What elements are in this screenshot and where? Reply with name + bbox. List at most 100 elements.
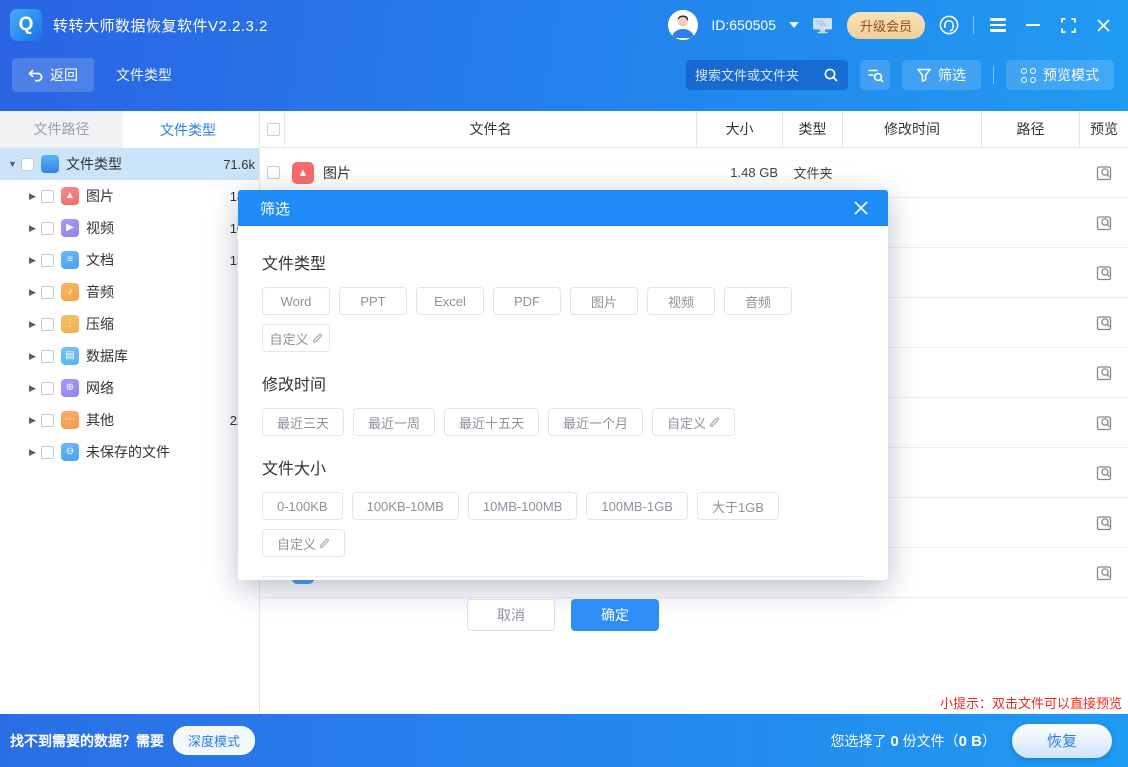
filter-section-title: 文件大小	[262, 455, 864, 479]
select-all-checkbox[interactable]	[267, 123, 280, 136]
collapse-arrow-icon[interactable]: ▶	[26, 447, 39, 458]
filter-option-button[interactable]: 最近一个月	[548, 408, 643, 436]
collapse-arrow-icon[interactable]: ▶	[26, 287, 39, 298]
tree-checkbox[interactable]	[41, 222, 54, 235]
filter-option-button[interactable]: PPT	[339, 287, 407, 315]
search-input[interactable]	[695, 68, 823, 83]
filter-option-button[interactable]: Word	[262, 287, 330, 315]
preview-button[interactable]	[1092, 161, 1116, 185]
tree-checkbox[interactable]	[41, 414, 54, 427]
user-avatar[interactable]	[668, 10, 698, 40]
filter-option-button[interactable]: 最近一周	[353, 408, 435, 436]
tree-item-label: 音频	[86, 282, 114, 302]
tree-item[interactable]: ▶⋮压缩15	[0, 308, 259, 340]
tree-item[interactable]: ▶♪音频14	[0, 276, 259, 308]
filter-option-button[interactable]: PDF	[493, 287, 561, 315]
tree-checkbox[interactable]	[21, 158, 34, 171]
tree-checkbox[interactable]	[41, 382, 54, 395]
tree-checkbox[interactable]	[41, 446, 54, 459]
tree-item[interactable]: ▶▲图片18.3	[0, 180, 259, 212]
collapse-arrow-icon[interactable]: ▶	[26, 191, 39, 202]
tree-item[interactable]: ▶≡文档13.3	[0, 244, 259, 276]
filter-option-button[interactable]: 100KB-10MB	[352, 492, 459, 520]
tree-checkbox[interactable]	[41, 190, 54, 203]
preview-button[interactable]	[1092, 411, 1116, 435]
tree-item[interactable]: ▶▤数据库17	[0, 340, 259, 372]
preview-button[interactable]	[1092, 311, 1116, 335]
expand-arrow-icon[interactable]: ▼	[6, 159, 19, 169]
filter-option-button[interactable]: 大于1GB	[697, 492, 779, 520]
titlebar-separator	[973, 16, 974, 34]
filter-option-button[interactable]: 图片	[570, 287, 638, 315]
filter-dialog: 筛选 文件类型WordPPTExcelPDF图片视频音频自定义修改时间最近三天最…	[238, 190, 888, 580]
row-checkbox[interactable]	[267, 166, 280, 179]
column-header-5[interactable]: 路径	[982, 111, 1080, 147]
preview-button[interactable]	[1092, 511, 1116, 535]
tree-item-label: 网络	[86, 378, 114, 398]
tree-item[interactable]: ▶⋯其他22.9	[0, 404, 259, 436]
preview-button[interactable]	[1092, 261, 1116, 285]
maximize-button[interactable]	[1057, 14, 1079, 36]
filter-option-button[interactable]: 最近十五天	[444, 408, 539, 436]
custom-option-button[interactable]: 自定义	[652, 408, 735, 436]
collapse-arrow-icon[interactable]: ▶	[26, 415, 39, 426]
search-list-button[interactable]	[860, 60, 890, 90]
filter-button[interactable]: 筛选	[902, 60, 981, 90]
custom-option-button[interactable]: 自定义	[262, 529, 345, 557]
preview-button[interactable]	[1092, 461, 1116, 485]
customer-service-icon[interactable]	[938, 14, 960, 36]
recover-button[interactable]: 恢复	[1012, 724, 1112, 758]
dialog-close-button[interactable]	[850, 197, 872, 219]
sidebar: 文件路径文件类型 ▼文件类型71.6k▶▲图片18.3▶▶视频16.5▶≡文档1…	[0, 111, 260, 714]
preview-cell	[1080, 461, 1128, 485]
custom-option-button[interactable]: 自定义	[262, 324, 330, 352]
filter-option-button[interactable]: 视频	[647, 287, 715, 315]
chevron-down-icon[interactable]	[789, 22, 799, 28]
collapse-arrow-icon[interactable]: ▶	[26, 319, 39, 330]
tree-item[interactable]: ▶⊖未保存的文件1	[0, 436, 259, 468]
menu-icon[interactable]	[987, 14, 1009, 36]
document-icon: ≡	[61, 251, 79, 269]
column-header-3[interactable]: 类型	[783, 111, 843, 147]
close-button[interactable]	[1092, 14, 1114, 36]
tree-item[interactable]: ▶▶视频16.5	[0, 212, 259, 244]
upgrade-member-button[interactable]: 升级会员	[847, 12, 925, 39]
search-icon[interactable]	[823, 67, 839, 83]
minimize-button[interactable]	[1022, 14, 1044, 36]
preview-button[interactable]	[1092, 211, 1116, 235]
cancel-button[interactable]: 取消	[467, 599, 555, 631]
tree-item-label: 未保存的文件	[86, 442, 170, 462]
deep-mode-button[interactable]: 深度模式	[173, 726, 255, 755]
sidebar-tab-file-path[interactable]: 文件路径	[0, 111, 123, 148]
tree-item[interactable]: ▶⊕网络15	[0, 372, 259, 404]
preview-button[interactable]	[1092, 561, 1116, 585]
search-box[interactable]	[686, 60, 848, 90]
column-header-1[interactable]: 文件名	[285, 111, 697, 147]
filter-option-button[interactable]: 0-100KB	[262, 492, 343, 520]
preview-mode-button[interactable]: 预览模式	[1006, 60, 1114, 90]
tree-checkbox[interactable]	[41, 254, 54, 267]
collapse-arrow-icon[interactable]: ▶	[26, 351, 39, 362]
filter-option-button[interactable]: 最近三天	[262, 408, 344, 436]
column-header-6[interactable]: 预览	[1080, 111, 1128, 147]
tree-checkbox[interactable]	[41, 350, 54, 363]
tree-checkbox[interactable]	[41, 318, 54, 331]
tree-item[interactable]: ▼文件类型71.6k	[0, 148, 259, 180]
collapse-arrow-icon[interactable]: ▶	[26, 383, 39, 394]
filter-option-button[interactable]: 100MB-1GB	[586, 492, 688, 520]
monitor-icon[interactable]	[812, 14, 834, 36]
filter-option-button[interactable]: 10MB-100MB	[468, 492, 577, 520]
filter-option-button[interactable]: 音频	[724, 287, 792, 315]
file-types-icon	[41, 155, 59, 173]
collapse-arrow-icon[interactable]: ▶	[26, 255, 39, 266]
collapse-arrow-icon[interactable]: ▶	[26, 223, 39, 234]
preview-button[interactable]	[1092, 361, 1116, 385]
filter-option-button[interactable]: Excel	[416, 287, 484, 315]
back-button[interactable]: 返回	[12, 58, 94, 92]
file-size-cell: 1.48 GB	[697, 165, 783, 180]
column-header-2[interactable]: 大小	[697, 111, 783, 147]
sidebar-tab-file-type[interactable]: 文件类型	[123, 111, 253, 148]
column-header-4[interactable]: 修改时间	[843, 111, 982, 147]
tree-checkbox[interactable]	[41, 286, 54, 299]
confirm-button[interactable]: 确定	[571, 599, 659, 631]
